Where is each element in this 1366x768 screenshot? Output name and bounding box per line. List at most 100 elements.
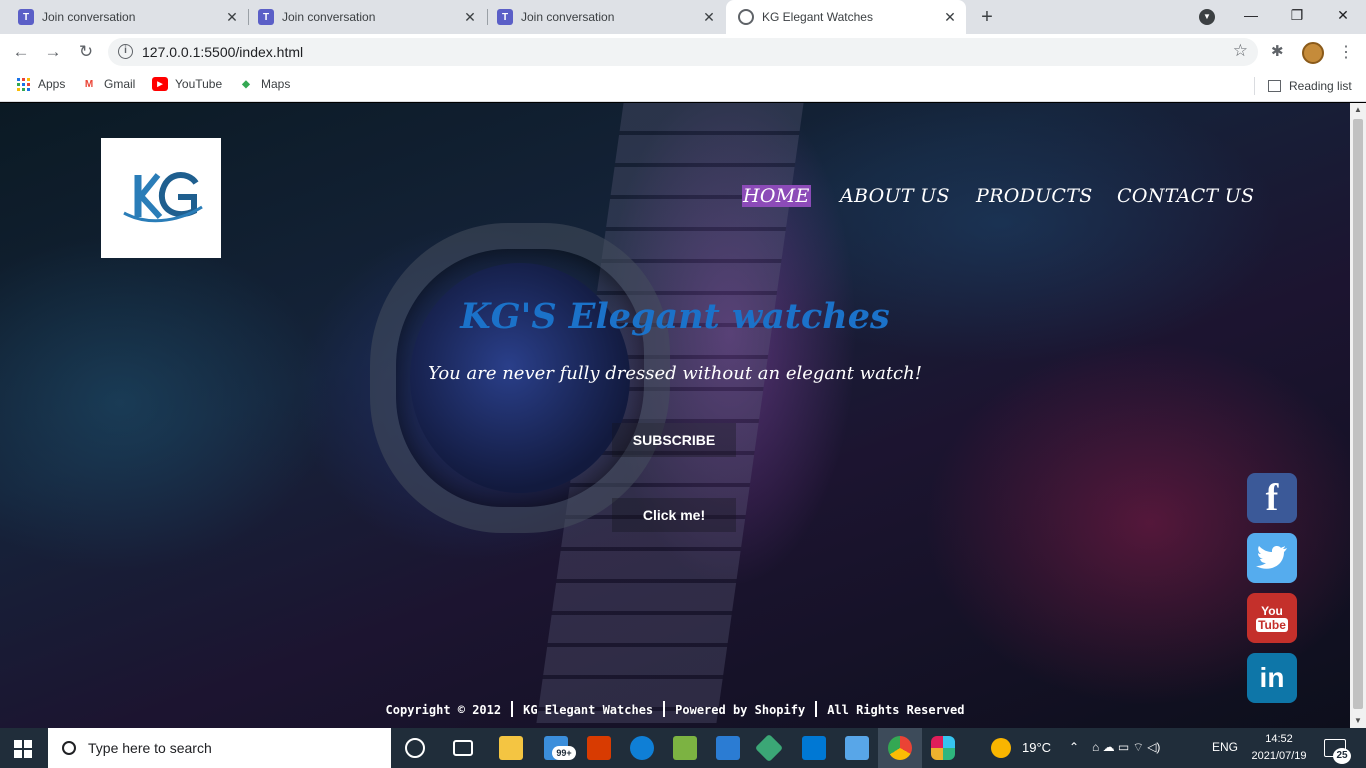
extensions-puzzle-icon[interactable]: ✱ xyxy=(1271,42,1284,60)
youtube-icon: ▶ xyxy=(152,77,168,91)
git-icon[interactable] xyxy=(754,733,784,763)
address-bar[interactable]: i 127.0.0.1:5500/index.html ☆ xyxy=(108,38,1258,66)
weather-temp[interactable]: 19°C xyxy=(1022,740,1051,755)
youtube-icon[interactable]: You Tube xyxy=(1247,593,1297,643)
click-me-button[interactable]: Click me! xyxy=(612,498,736,532)
site-footer: Copyright © 2012 KG Elegant Watches Powe… xyxy=(0,701,1350,717)
bookmark-apps[interactable]: Apps xyxy=(15,77,65,91)
linkedin-icon[interactable]: in xyxy=(1247,653,1297,703)
teams-icon: T xyxy=(258,9,274,25)
kebab-menu-icon[interactable]: ⋮ xyxy=(1338,42,1354,62)
chrome-icon[interactable] xyxy=(888,736,912,760)
reading-list-label: Reading list xyxy=(1289,79,1352,93)
mail-badge: 99+ xyxy=(552,746,576,760)
twitter-icon[interactable] xyxy=(1247,533,1297,583)
facebook-icon[interactable]: f xyxy=(1247,473,1297,523)
cortana-icon[interactable] xyxy=(405,738,425,758)
linkedin-glyph: in xyxy=(1259,662,1285,693)
restore-button[interactable]: ❐ xyxy=(1274,0,1320,30)
close-icon[interactable]: ✕ xyxy=(462,9,478,25)
bookmark-maps[interactable]: ◆ Maps xyxy=(238,77,290,91)
windows-start-icon[interactable] xyxy=(14,740,32,758)
task-view-icon[interactable] xyxy=(453,740,473,756)
edge-icon[interactable] xyxy=(630,736,654,760)
taskbar-search-box[interactable]: Type here to search xyxy=(48,728,391,768)
nav-about-us[interactable]: ABOUT US xyxy=(840,185,950,207)
new-tab-button[interactable]: + xyxy=(976,6,998,28)
nav-home[interactable]: HOME xyxy=(742,185,811,207)
close-window-button[interactable]: ✕ xyxy=(1320,0,1366,30)
reading-list[interactable]: Reading list xyxy=(1254,77,1352,95)
clock-date: 2021/07/19 xyxy=(1251,750,1307,762)
bookmark-label: Apps xyxy=(38,77,66,91)
slack-icon[interactable] xyxy=(931,736,955,760)
close-icon[interactable]: ✕ xyxy=(942,9,958,25)
search-icon xyxy=(62,741,76,755)
bookmark-star-icon[interactable]: ☆ xyxy=(1233,41,1248,61)
youtube-glyph-bottom: Tube xyxy=(1256,617,1288,632)
close-icon[interactable]: ✕ xyxy=(701,9,717,25)
remote-desktop-icon[interactable] xyxy=(845,736,869,760)
page-scrollbar[interactable]: ▲ ▼ xyxy=(1350,103,1366,728)
office-icon[interactable] xyxy=(587,736,611,760)
globe-icon xyxy=(738,9,754,25)
tab-kg-elegant-watches[interactable]: KG Elegant Watches ✕ xyxy=(726,0,966,34)
apps-grid-icon xyxy=(15,77,31,91)
info-icon[interactable]: i xyxy=(118,44,133,59)
close-icon[interactable]: ✕ xyxy=(224,9,240,25)
clock-time: 14:52 xyxy=(1265,733,1293,745)
tab-bar: T Join conversation ✕ T Join conversatio… xyxy=(0,0,1366,34)
notification-count-badge: 25 xyxy=(1333,748,1351,764)
facebook-glyph: f xyxy=(1265,477,1279,519)
gmail-icon: M xyxy=(84,78,94,90)
hero-subtitle: You are never fully dressed without an e… xyxy=(428,363,922,384)
subscribe-button[interactable]: SUBSCRIBE xyxy=(612,423,736,457)
tab-title: Join conversation xyxy=(521,10,615,24)
hero-title: KG'S Elegant watches xyxy=(460,296,890,337)
file-explorer-icon[interactable] xyxy=(499,736,523,760)
teams-icon: T xyxy=(497,9,513,25)
scroll-up-arrow-icon[interactable]: ▲ xyxy=(1350,103,1366,117)
taskbar-clock[interactable]: 14:52 2021/07/19 xyxy=(1249,731,1309,765)
profile-avatar[interactable] xyxy=(1302,42,1324,64)
minimize-button[interactable]: — xyxy=(1228,0,1274,30)
site-logo[interactable] xyxy=(101,138,221,258)
kg-logo-icon xyxy=(123,172,203,223)
sheets-icon[interactable] xyxy=(673,736,697,760)
bookmark-youtube[interactable]: ▶ YouTube xyxy=(152,77,222,91)
tab-title: Join conversation xyxy=(42,10,136,24)
word-icon[interactable] xyxy=(716,736,740,760)
twitter-bird-icon xyxy=(1256,545,1287,569)
tab-title: Join conversation xyxy=(282,10,376,24)
scrollbar-thumb[interactable] xyxy=(1353,119,1363,709)
url-text[interactable]: 127.0.0.1:5500/index.html xyxy=(142,44,303,60)
tab-join-conversation-3[interactable]: T Join conversation ✕ xyxy=(487,0,725,34)
back-arrow-icon[interactable]: ← xyxy=(10,41,32,63)
tab-search-icon[interactable]: ▼ xyxy=(1199,9,1215,25)
windows-taskbar: Type here to search 99+ 19°C ⌃ ⌂ ☁ ▭ ⌔ ◁… xyxy=(0,728,1366,768)
vscode-icon[interactable] xyxy=(802,736,826,760)
system-tray-icons[interactable]: ⌂ ☁ ▭ ⌔ ◁) xyxy=(1092,740,1160,755)
page-viewport: HOME ABOUT US PRODUCTS CONTACT US KG'S E… xyxy=(0,103,1350,728)
bookmark-label: YouTube xyxy=(175,77,223,91)
nav-contact-us[interactable]: CONTACT US xyxy=(1117,185,1254,207)
bookmarks-bar: Apps M Gmail ▶ YouTube ◆ Maps Reading li… xyxy=(0,70,1366,102)
footer-rights: All Rights Reserved xyxy=(827,703,965,717)
forward-arrow-icon[interactable]: → xyxy=(42,41,64,63)
reload-icon[interactable]: ↻ xyxy=(75,41,97,63)
tab-join-conversation-1[interactable]: T Join conversation ✕ xyxy=(8,0,248,34)
bookmark-gmail[interactable]: M Gmail xyxy=(81,77,136,91)
footer-powered: Powered by Shopify xyxy=(675,703,806,717)
youtube-glyph-top: You xyxy=(1261,603,1283,618)
nav-products[interactable]: PRODUCTS xyxy=(976,185,1093,207)
taskbar-search-placeholder: Type here to search xyxy=(88,740,212,756)
weather-sun-icon[interactable] xyxy=(991,738,1011,758)
reading-list-icon xyxy=(1268,80,1281,92)
chevron-up-icon[interactable]: ⌃ xyxy=(1069,740,1079,754)
language-indicator[interactable]: ENG xyxy=(1212,740,1238,754)
tab-join-conversation-2[interactable]: T Join conversation ✕ xyxy=(248,0,486,34)
browser-toolbar: ← → ↻ i 127.0.0.1:5500/index.html ☆ xyxy=(0,34,1366,70)
footer-company: KG Elegant Watches xyxy=(523,703,654,717)
teams-icon: T xyxy=(18,9,34,25)
scroll-down-arrow-icon[interactable]: ▼ xyxy=(1350,714,1366,728)
